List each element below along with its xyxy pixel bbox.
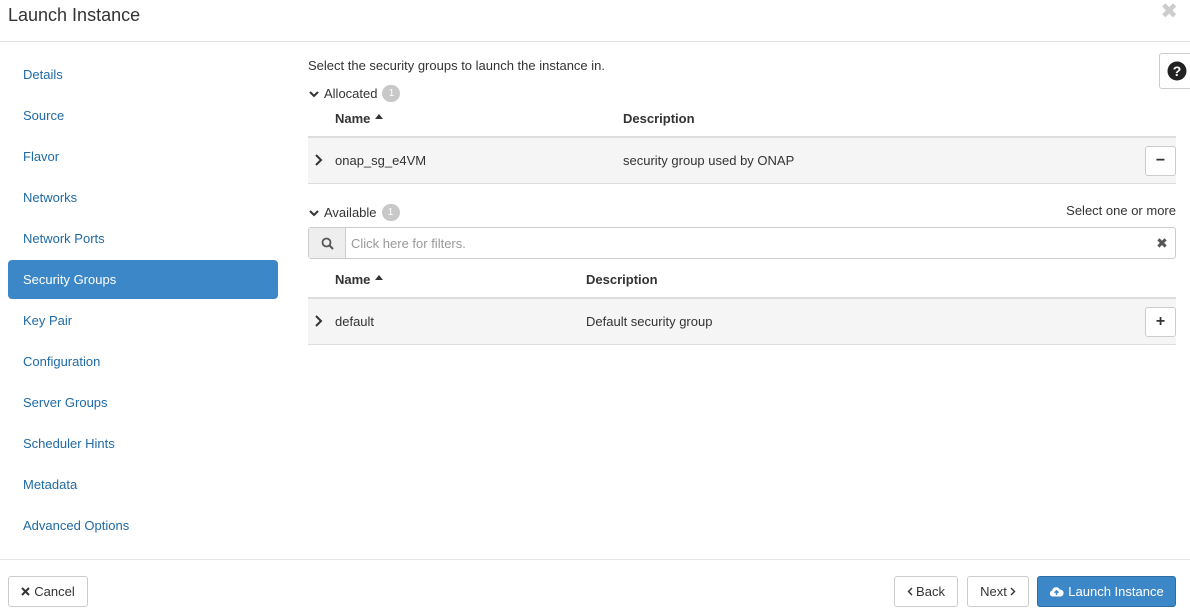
chevron-right-icon[interactable] <box>314 154 324 166</box>
modal-title: Launch Instance <box>8 5 141 25</box>
row-name: default <box>335 314 375 329</box>
available-table-header: Name Description <box>308 269 1176 299</box>
sidebar-item-server-groups[interactable]: Server Groups <box>8 383 278 422</box>
sidebar-item-advanced-options[interactable]: Advanced Options <box>8 506 278 545</box>
remove-button[interactable]: − <box>1145 146 1176 176</box>
sidebar-item-configuration[interactable]: Configuration <box>8 342 278 381</box>
table-row: onap_sg_e4VM security group used by ONAP… <box>308 138 1176 184</box>
add-button[interactable]: + <box>1145 307 1176 337</box>
back-button[interactable]: Back <box>894 576 958 607</box>
intro-text: Select the security groups to launch the… <box>308 58 606 73</box>
sidebar-item-scheduler-hints[interactable]: Scheduler Hints <box>8 424 278 463</box>
cancel-label: Cancel <box>34 584 75 599</box>
allocated-table-header: Name Description <box>308 108 1176 138</box>
search-addon <box>309 228 346 258</box>
search-icon <box>321 237 334 250</box>
sidebar-item-metadata[interactable]: Metadata <box>8 465 278 504</box>
column-description-header: Description <box>586 272 658 287</box>
column-description-label: Description <box>623 111 695 126</box>
filter-input[interactable] <box>346 228 1149 258</box>
select-hint: Select one or more <box>1066 203 1176 218</box>
chevron-down-icon <box>309 209 319 216</box>
cloud-upload-icon <box>1050 587 1064 597</box>
next-label: Next <box>980 584 1007 599</box>
available-toggle[interactable]: Available 1 <box>308 204 400 221</box>
close-icon <box>21 587 30 596</box>
sidebar-item-network-ports[interactable]: Network Ports <box>8 219 278 258</box>
allocated-toggle[interactable]: Allocated 1 <box>308 85 401 102</box>
back-label: Back <box>916 584 945 599</box>
available-label: Available <box>324 205 377 220</box>
sort-asc-icon <box>375 275 384 280</box>
available-count-badge: 1 <box>381 204 400 221</box>
sidebar-item-key-pair[interactable]: Key Pair <box>8 301 278 340</box>
help-icon: ? <box>1167 61 1187 81</box>
row-description: Default security group <box>586 314 713 329</box>
sidebar-item-source[interactable]: Source <box>8 96 278 135</box>
modal-header: Launch Instance ✖ <box>0 0 1190 42</box>
filter-bar: ✖ <box>308 227 1176 259</box>
chevron-left-icon <box>907 587 913 596</box>
column-name-header[interactable]: Name <box>335 111 384 126</box>
next-button[interactable]: Next <box>967 576 1029 607</box>
chevron-down-icon <box>309 90 319 97</box>
row-name: onap_sg_e4VM <box>335 153 427 168</box>
help-button[interactable]: ? <box>1159 53 1190 89</box>
sidebar-item-security-groups[interactable]: Security Groups <box>8 260 278 299</box>
wizard-sidebar: Details Source Flavor Networks Network P… <box>8 55 278 547</box>
sidebar-item-networks[interactable]: Networks <box>8 178 278 217</box>
sort-asc-icon <box>375 114 384 119</box>
table-row: default Default security group + <box>308 299 1176 345</box>
available-table: Name Description default Default securit… <box>308 269 1176 345</box>
allocated-count-badge: 1 <box>382 85 401 102</box>
modal-footer: Cancel Back Next Launch Instance <box>0 559 1190 612</box>
svg-text:?: ? <box>1173 63 1182 79</box>
allocated-label: Allocated <box>324 86 378 101</box>
allocated-table: Name Description onap_sg_e4VM security g… <box>308 108 1176 184</box>
column-description-header: Description <box>623 111 695 126</box>
sidebar-item-details[interactable]: Details <box>8 55 278 94</box>
clear-filter-icon[interactable]: ✖ <box>1149 228 1175 258</box>
close-icon[interactable]: ✖ <box>1160 1 1178 23</box>
column-name-label: Name <box>335 272 371 287</box>
column-name-header[interactable]: Name <box>335 272 384 287</box>
row-description: security group used by ONAP <box>623 153 795 168</box>
chevron-right-icon <box>1010 587 1016 596</box>
sidebar-item-flavor[interactable]: Flavor <box>8 137 278 176</box>
launch-instance-button[interactable]: Launch Instance <box>1037 576 1176 607</box>
column-name-label: Name <box>335 111 371 126</box>
launch-label: Launch Instance <box>1068 584 1164 599</box>
chevron-right-icon[interactable] <box>314 315 324 327</box>
cancel-button[interactable]: Cancel <box>8 576 88 607</box>
column-description-label: Description <box>586 272 658 287</box>
